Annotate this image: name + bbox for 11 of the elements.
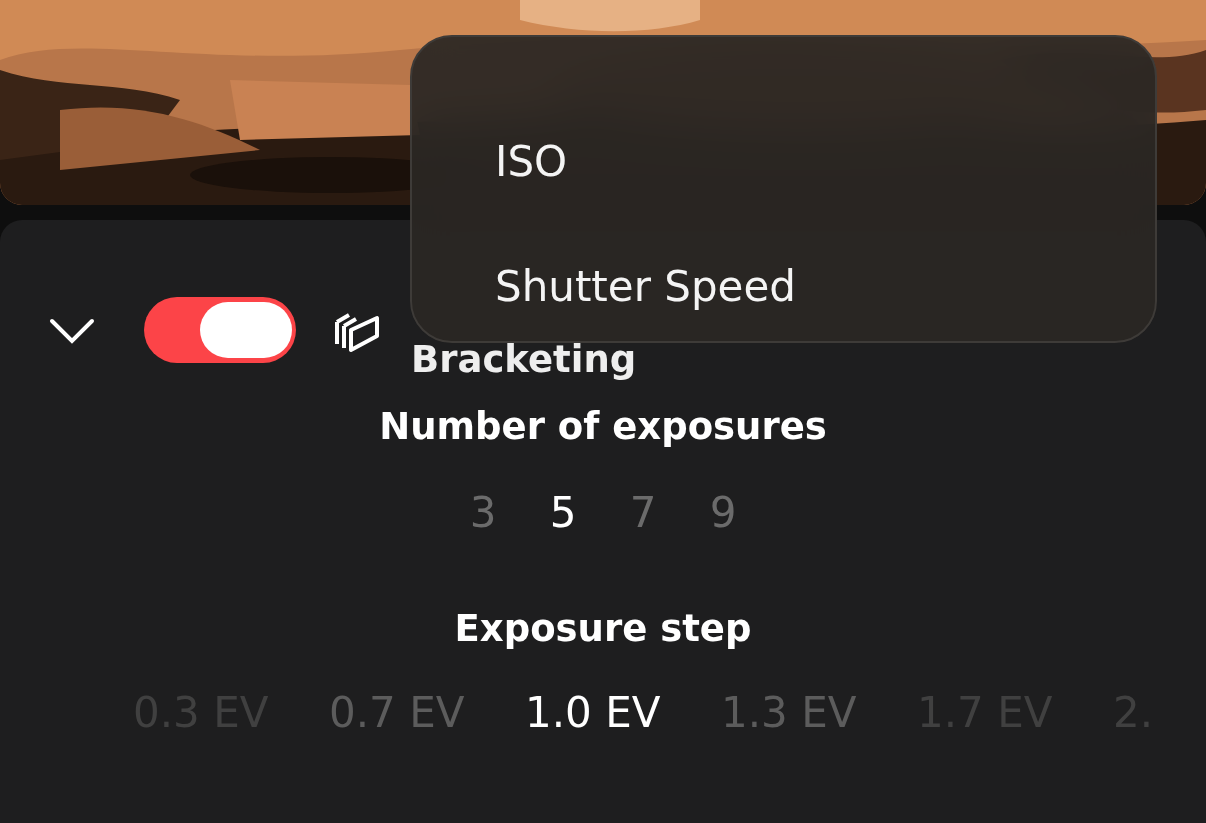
exposure-step-option[interactable]: 0.7 EV — [329, 688, 525, 737]
section-title: Exposure step — [453, 607, 753, 650]
exposure-step-option[interactable]: 1.0 EV — [525, 688, 721, 737]
exposure-count-option[interactable]: 5 — [547, 488, 579, 537]
exposure-step-option[interactable]: 1.3 EV — [721, 688, 917, 737]
section-title: Number of exposures — [378, 405, 828, 448]
exposure-count-option[interactable]: 3 — [467, 488, 499, 537]
exposure-count-option[interactable]: 9 — [707, 488, 739, 537]
bracketing-label: Bracketing — [411, 337, 637, 381]
menu-item[interactable]: ISO — [495, 99, 568, 224]
exposure-count-option[interactable]: 7 — [627, 488, 659, 537]
